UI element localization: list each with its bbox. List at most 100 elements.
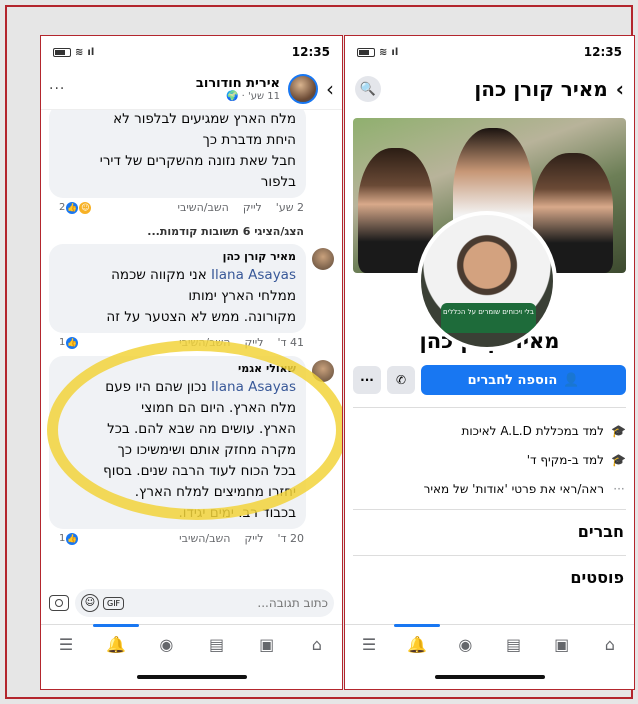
- comment-meta: 2 שע' לייק השב/השיבי ☺ 👍 2: [49, 198, 334, 217]
- comment-text: בכבוד רב. ימים יגידו.: [178, 505, 297, 521]
- comment-text: מלח הארץ שמגיעים לבלפור לא: [113, 111, 296, 127]
- profile-picture[interactable]: בלי ויכוחים שומרים על הכללים: [417, 211, 557, 351]
- profile-header: 🔍 › מאיר קורן כהן: [345, 68, 634, 110]
- education-icon: 🎓: [611, 452, 626, 467]
- signal-icon: ıl: [391, 46, 399, 58]
- like-link[interactable]: לייק: [244, 532, 263, 545]
- post-author-name[interactable]: אירית חודורוב: [196, 76, 280, 91]
- status-bar: ≋ ıl 12:35: [41, 36, 342, 68]
- comment-item: שאולי אגמי Ilana Asayas נכון שהם היו פעם…: [49, 356, 334, 548]
- back-chevron-icon[interactable]: ›: [616, 77, 624, 101]
- divider: [353, 509, 626, 510]
- wifi-icon: ≋: [75, 46, 84, 58]
- profile-screen: ≋ ıl 12:35 🔍 › מאיר קורן כהן בלי ויכוחים …: [344, 35, 635, 690]
- comment-text: נכון שהם היו פעם: [105, 379, 207, 395]
- info-item-education: 🎓 למד במכללת A.L.D לאיכות: [461, 423, 626, 438]
- comment-text: בכל הכוח לעוד הרבה שנים. בסוף: [103, 463, 296, 479]
- page-title: מאיר קורן כהן: [474, 77, 608, 101]
- reply-link[interactable]: השב/השיבי: [178, 201, 229, 214]
- comment-text: מקורונה. ממש לא הצטער על זה: [106, 309, 296, 325]
- like-reaction-icon: 👍: [66, 336, 79, 349]
- reaction-count[interactable]: ☺ 👍 2: [59, 201, 92, 214]
- avatar[interactable]: [288, 73, 318, 104]
- watch-icon[interactable]: ▣: [547, 630, 577, 660]
- divider: [353, 555, 626, 556]
- bottom-tab-bar: ☰ 🔔 ◉ ▤ ▣ ⌂: [345, 623, 634, 664]
- profile-actions: ··· ✆ 👤 הוספה לחברים: [345, 353, 634, 395]
- home-icon[interactable]: ⌂: [595, 630, 625, 660]
- commenter-name[interactable]: שאולי אגמי: [59, 361, 296, 377]
- comment-time: 41 ד': [277, 336, 304, 349]
- profile-frame-badge: בלי ויכוחים שומרים על הכללים: [441, 303, 536, 333]
- comment-bubble: שאולי אגמי Ilana Asayas נכון שהם היו פעם…: [49, 356, 306, 529]
- marketplace-icon[interactable]: ▤: [499, 630, 529, 660]
- comment-bubble: מאיר קורן כהן Ilana Asayas אני מקווה שכמ…: [49, 244, 306, 333]
- notifications-icon[interactable]: 🔔: [394, 623, 441, 660]
- commenter-name[interactable]: מאיר קורן כהן: [59, 249, 296, 265]
- status-bar: ≋ ıl 12:35: [345, 36, 634, 68]
- reply-link[interactable]: השב/השיבי: [179, 532, 230, 545]
- clock: 12:35: [583, 45, 622, 59]
- marketplace-icon[interactable]: ▤: [202, 630, 232, 660]
- see-about-link[interactable]: ··· ראה/ראי את פרטי 'אודות' של מאיר: [353, 474, 626, 503]
- comment-meta: 41 ד' לייק השב/השיבי 👍 1: [49, 333, 334, 352]
- reaction-count[interactable]: 👍 1: [59, 532, 79, 545]
- screenshot-frame: ≋ ıl 12:35 ··· › אירית חודורוב 11 שע' · 🌍…: [5, 5, 635, 699]
- avatar[interactable]: [312, 248, 334, 270]
- like-link[interactable]: לייק: [243, 201, 262, 214]
- add-friend-button[interactable]: 👤 הוספה לחברים: [421, 365, 626, 395]
- comment-text: הארץ. עושים מה שבא להם. בכל: [107, 421, 296, 437]
- post-header: ··· › אירית חודורוב 11 שע' · 🌍: [41, 68, 342, 110]
- mention-link[interactable]: Ilana Asayas: [211, 379, 296, 395]
- emoji-icon[interactable]: ☺: [81, 594, 99, 612]
- info-item-school: 🎓 למד ב-מקיף ד': [526, 452, 626, 467]
- messenger-button[interactable]: ✆: [387, 366, 415, 394]
- comment-text: מלח הארץ. היום הם חמוצי: [141, 400, 296, 416]
- profile-info-list: 🎓 למד במכללת A.L.D לאיכות 🎓 למד ב-מקיף ד…: [345, 408, 634, 503]
- like-reaction-icon: 👍: [66, 532, 79, 545]
- education-icon: 🎓: [611, 423, 626, 438]
- view-previous-replies-link[interactable]: הצג/הציגי 6 תשובות קודמות...: [49, 217, 334, 244]
- posts-section-title[interactable]: פוסטים: [345, 568, 634, 587]
- groups-icon[interactable]: ◉: [450, 630, 480, 660]
- back-chevron-icon[interactable]: ›: [326, 77, 334, 101]
- comment-bubble: מלח הארץ שמגיעים לבלפור לא היחת מדברת כך…: [49, 110, 306, 198]
- comment-item: מאיר קורן כהן Ilana Asayas אני מקווה שכמ…: [49, 244, 334, 352]
- home-indicator: [434, 675, 545, 679]
- signal-icon: ıl: [87, 46, 95, 58]
- reaction-count[interactable]: 👍 1: [59, 336, 79, 349]
- comment-text: היחת מדברת כך: [202, 132, 296, 148]
- like-reaction-icon: 👍: [66, 201, 79, 214]
- bottom-tab-bar: ☰ 🔔 ◉ ▤ ▣ ⌂: [41, 623, 342, 664]
- comment-input[interactable]: [128, 596, 328, 610]
- battery-icon: [53, 47, 71, 57]
- notifications-icon[interactable]: 🔔: [93, 623, 140, 660]
- groups-icon[interactable]: ◉: [151, 630, 181, 660]
- comment-thread-screen: ≋ ıl 12:35 ··· › אירית חודורוב 11 שע' · 🌍…: [40, 35, 343, 690]
- camera-icon[interactable]: [49, 595, 69, 611]
- mention-link[interactable]: Ilana Asayas: [211, 267, 296, 283]
- comment-text: ממלחי הארץ ימותו: [188, 288, 296, 304]
- battery-icon: [357, 47, 375, 57]
- friends-section-title[interactable]: חברים: [345, 522, 634, 541]
- clock: 12:35: [291, 45, 330, 59]
- comment-text: בלפור: [260, 174, 296, 190]
- comment-text: יחזרו מחמיצים למלח הארץ.: [134, 484, 296, 500]
- comment-text: אני מקווה שכמה: [111, 267, 207, 283]
- menu-icon[interactable]: ☰: [51, 630, 81, 660]
- more-dots-icon: ···: [613, 481, 625, 496]
- more-options-icon[interactable]: ···: [49, 81, 65, 97]
- reply-link[interactable]: השב/השיבי: [179, 336, 230, 349]
- menu-icon[interactable]: ☰: [354, 630, 384, 660]
- search-icon[interactable]: 🔍: [355, 76, 381, 102]
- add-friend-icon: 👤: [563, 372, 580, 388]
- more-options-button[interactable]: ···: [353, 366, 381, 394]
- like-link[interactable]: לייק: [244, 336, 263, 349]
- avatar[interactable]: [312, 360, 334, 382]
- home-indicator: [136, 675, 247, 679]
- watch-icon[interactable]: ▣: [252, 630, 282, 660]
- comment-time: 2 שע': [275, 201, 304, 214]
- post-timestamp: 11 שע' · 🌍: [226, 90, 280, 102]
- gif-icon[interactable]: GIF: [103, 596, 125, 610]
- home-icon[interactable]: ⌂: [302, 630, 332, 660]
